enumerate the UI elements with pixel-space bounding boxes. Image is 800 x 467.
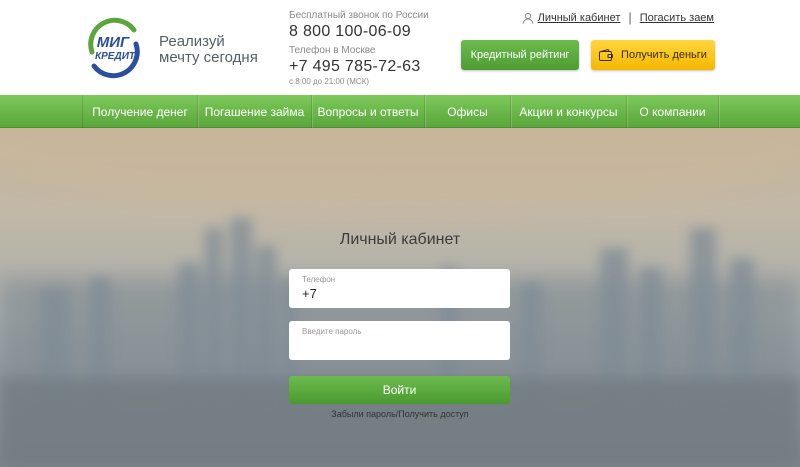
credit-rating-button[interactable]: Кредитный рейтинг (461, 40, 579, 70)
login-title: Личный кабинет (339, 231, 461, 248)
credit-rating-label: Кредитный рейтинг (470, 49, 570, 61)
nav-item-loan-repayment[interactable]: Погашение займа (198, 95, 312, 128)
logo-text-mig: МИГ (97, 34, 130, 51)
login-button-label: Войти (382, 383, 417, 397)
cabinet-link[interactable]: Личный кабинет (538, 12, 621, 24)
working-hours: с 8:00 до 21:00 (МСК) (289, 77, 370, 86)
nav-item-getting-money[interactable]: Получение денег (82, 95, 198, 128)
user-icon (522, 12, 534, 24)
repay-loan-link[interactable]: Погасить заем (640, 12, 714, 24)
top-links: Личный кабинет | Погасить заем (522, 10, 714, 25)
slogan-line-1: Реализуй (159, 33, 225, 50)
get-money-label: Получить деньги (621, 49, 707, 61)
main-nav: Получение денег Погашение займа Вопросы … (0, 95, 800, 128)
moscow-phone-caption: Телефон в Москве (289, 45, 376, 56)
forgot-password-link[interactable]: Забыли пароль/Получить доступ (0, 409, 800, 419)
contact-phones: Бесплатный звонок по России 8 800 100-06… (289, 10, 429, 87)
link-separator: | (628, 10, 632, 25)
nav-item-faq[interactable]: Вопросы и ответы (312, 95, 425, 128)
slogan: Реализуй мечту сегодня (159, 34, 269, 66)
password-field[interactable]: Введите пароль (289, 321, 510, 360)
nav-item-promotions[interactable]: Акции и конкурсы (511, 95, 627, 128)
free-call-caption: Бесплатный звонок по России (289, 10, 429, 21)
moscow-phone-number[interactable]: +7 495 785-72-63 (289, 57, 429, 76)
slogan-line-2: мечту сегодня (159, 49, 258, 66)
wallet-icon (599, 48, 614, 61)
logo-text-kredit: КРЕДИТ (95, 51, 136, 62)
nav-items: Получение денег Погашение займа Вопросы … (82, 95, 719, 128)
free-call-number[interactable]: 8 800 100-06-09 (289, 22, 429, 41)
login-button[interactable]: Войти (289, 376, 510, 404)
phone-field-value[interactable]: +7 (302, 286, 317, 301)
nav-item-offices[interactable]: Офисы (425, 95, 511, 128)
phone-field-label: Телефон (302, 275, 336, 284)
nav-item-about[interactable]: О компании (627, 95, 719, 128)
phone-field[interactable]: Телефон +7 (289, 269, 510, 308)
password-field-placeholder: Введите пароль (302, 327, 362, 336)
site-header: МИГ КРЕДИТ Реализуй мечту сегодня Беспла… (0, 0, 800, 95)
logo-emblem: МИГ КРЕДИТ (88, 17, 140, 79)
get-money-button[interactable]: Получить деньги (591, 40, 715, 70)
brand-logo[interactable]: МИГ КРЕДИТ (82, 16, 146, 80)
